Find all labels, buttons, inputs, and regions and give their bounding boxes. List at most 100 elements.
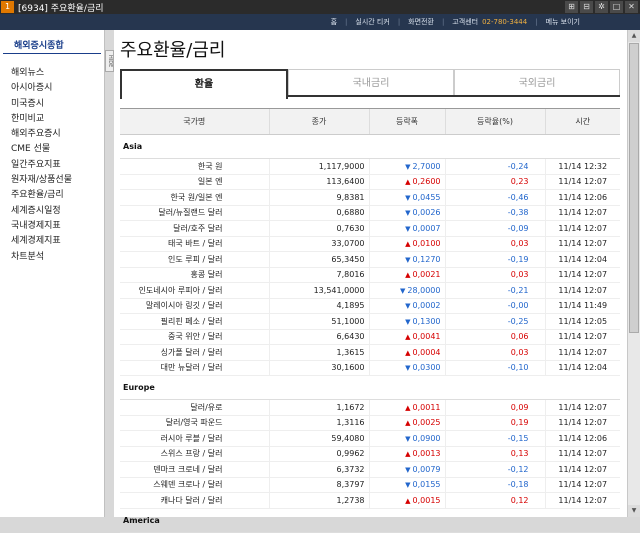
scroll-thumb[interactable] [629, 43, 639, 333]
quote-time: 11/14 12:32 [544, 158, 620, 175]
table-row[interactable]: 러시아 루블 / 달러 59,4080 ▼ 0,0900 -0,15 11/14 12:0… [120, 430, 620, 447]
change-pct: 0,23 [444, 174, 545, 190]
table-row[interactable]: 스위스 프랑 / 달러 0,9962 ▲ 0,0013 0,13 11/14 12:07 [120, 446, 620, 462]
change-cell: ▼ 0,0300 [368, 360, 445, 376]
table-row[interactable]: 대만 뉴달러 / 달러 30,1600 ▼ 0,0300 -0,10 11/14 12:0… [120, 360, 620, 376]
table-row[interactable]: 달러/뉴질랜드 달러 0,6880 ▼ 0,0026 -0,38 11/14 12:07 [120, 205, 620, 221]
quote-time: 11/14 12:07 [544, 415, 620, 431]
change-cell: ▼ 0,0900 [368, 430, 445, 447]
table-row[interactable]: 중국 위안 / 달러 6,6430 ▲ 0,0041 0,06 11/14 12:07 [120, 329, 620, 345]
table-row[interactable]: 캐나다 달러 / 달러 1,2738 ▲ 0,0015 0,12 11/14 12:07 [120, 492, 620, 509]
pin-window-icon[interactable]: ⊟ [580, 1, 593, 13]
sidebar-item[interactable]: 세계증시일정 [11, 204, 104, 219]
change-value: 28,0000 [407, 285, 441, 295]
change-pct: -0,00 [444, 298, 545, 314]
change-pct: -0,38 [444, 205, 545, 221]
table-row[interactable]: 달러/호주 달러 0,7630 ▼ 0,0007 -0,09 11/14 12:07 [120, 220, 620, 237]
nav-screen-switch[interactable]: 화면전환 [408, 17, 434, 27]
change-cell: ▲ 0,0025 [368, 415, 445, 431]
region-label: America [120, 508, 620, 533]
change-cell: ▲ 0,0011 [368, 399, 445, 416]
sidebar-item[interactable]: CME 선물 [11, 142, 104, 157]
table-row[interactable]: 한국 원/일본 엔 9,8381 ▼ 0,0455 -0,46 11/14 12:06 [120, 189, 620, 206]
nav-customer-center[interactable]: 고객센터 [452, 17, 478, 27]
table-row[interactable]: 덴마크 크로네 / 달러 6,3732 ▼ 0,0079 -0,12 11/14 12:0… [120, 461, 620, 478]
sidebar-item[interactable]: 원자재/상품선물 [11, 173, 104, 188]
table-row[interactable]: 한국 원 1,117,9000 ▼ 2,7000 -0,24 11/14 12:32 [120, 158, 620, 175]
tab-foreign-rate[interactable]: 국외금리 [454, 69, 620, 95]
region-row: America [120, 508, 620, 533]
nav-realtime-ticker[interactable]: 실시간 티커 [355, 17, 389, 27]
sidebar-header[interactable]: 해외증시종합 [3, 30, 101, 54]
scroll-down-icon[interactable]: ▼ [628, 505, 640, 517]
quote-time: 11/14 12:04 [544, 251, 620, 268]
sidebar-item[interactable]: 세계경제지표 [11, 234, 104, 249]
table-row[interactable]: 인도네시아 루피아 / 달러 13,541,0000 ▼ 28,0000 -0,21 11… [120, 282, 620, 299]
change-cell: ▼ 0,0002 [368, 298, 445, 314]
quote-time: 11/14 12:07 [544, 329, 620, 345]
change-pct: -0,21 [444, 282, 545, 299]
table-row[interactable]: 홍콩 달러 7,8016 ▲ 0,0021 0,03 11/14 12:07 [120, 267, 620, 283]
down-arrow-icon: ▼ [405, 302, 411, 311]
down-arrow-icon: ▼ [405, 364, 411, 373]
customer-phone: 02-780-3444 [482, 18, 528, 26]
settings-icon[interactable]: ✲ [595, 1, 608, 13]
table-row[interactable]: 달러/영국 파운드 1,3116 ▲ 0,0025 0,19 11/14 12:07 [120, 415, 620, 431]
change-cell: ▼ 28,0000 [368, 282, 445, 299]
region-label: Asia [120, 134, 620, 159]
currency-name: 홍콩 달러 [120, 267, 269, 283]
close-price: 4,1895 [268, 298, 369, 314]
change-pct: 0,12 [444, 492, 545, 509]
change-value: 0,0300 [412, 363, 441, 373]
maximize-icon[interactable]: □ [610, 1, 623, 13]
quote-time: 11/14 12:07 [544, 220, 620, 237]
sidebar-item[interactable]: 아시아증시 [11, 81, 104, 96]
table-row[interactable]: 스웨덴 크로나 / 달러 8,3797 ▼ 0,0155 -0,18 11/14 12:0… [120, 477, 620, 493]
currency-name: 달러/영국 파운드 [120, 415, 269, 431]
table-row[interactable]: 달러/유로 1,1672 ▲ 0,0011 0,09 11/14 12:07 [120, 399, 620, 416]
table-row[interactable]: 필리핀 페소 / 달러 51,1000 ▼ 0,1300 -0,25 11/14 12:0… [120, 313, 620, 330]
sidebar-item[interactable]: 해외주요증시 [11, 127, 104, 142]
quote-time: 11/14 12:06 [544, 189, 620, 206]
down-arrow-icon: ▼ [405, 209, 411, 218]
table-row[interactable]: 말레이시아 링깃 / 달러 4,1895 ▼ 0,0002 -0,00 11/14 11:… [120, 298, 620, 314]
close-price: 0,9962 [268, 446, 369, 462]
hide-sidebar-button[interactable]: HIDE [105, 50, 114, 72]
change-cell: ▼ 0,0155 [368, 477, 445, 493]
table-row[interactable]: 싱가폴 달러 / 달러 1,3615 ▲ 0,0004 0,03 11/14 12:07 [120, 344, 620, 361]
scroll-up-icon[interactable]: ▲ [628, 30, 640, 42]
sidebar-item[interactable]: 주요환율/금리 [11, 188, 104, 203]
currency-name: 캐나다 달러 / 달러 [120, 492, 269, 509]
sidebar-item[interactable]: 차트분석 [11, 250, 104, 265]
vertical-scrollbar[interactable]: ▲ ▼ [627, 30, 640, 517]
tab-domestic-rate[interactable]: 국내금리 [288, 69, 454, 95]
close-icon[interactable]: ✕ [625, 1, 638, 13]
page-title: 주요환율/금리 [120, 40, 226, 61]
show-menu-button[interactable]: 메뉴 보이기 [546, 17, 580, 27]
nav-home[interactable]: 홈 [331, 17, 337, 27]
link-window-icon[interactable]: ⊞ [565, 1, 578, 13]
close-price: 1,117,9000 [268, 158, 369, 175]
sidebar-item[interactable]: 미국증시 [11, 97, 104, 112]
currency-name: 필리핀 페소 / 달러 [120, 313, 269, 330]
table-row[interactable]: 일본 엔 113,6400 ▲ 0,2600 0,23 11/14 12:07 [120, 174, 620, 190]
sidebar-item[interactable]: 해외뉴스 [11, 66, 104, 81]
table-row[interactable]: 인도 루피 / 달러 65,3450 ▼ 0,1270 -0,19 11/14 12:04 [120, 251, 620, 268]
sidebar-item[interactable]: 국내경제지표 [11, 219, 104, 234]
tab-bar: 환율 국내금리 국외금리 [120, 69, 620, 99]
change-value: 0,0079 [412, 464, 441, 474]
sidebar-item[interactable]: 한미비교 [11, 112, 104, 127]
change-pct: -0,18 [444, 477, 545, 493]
change-value: 0,1300 [412, 316, 441, 326]
table-row[interactable]: 태국 바트 / 달러 33,0700 ▲ 0,0100 0,03 11/14 12:07 [120, 236, 620, 252]
close-price: 9,8381 [268, 189, 369, 206]
quote-time: 11/14 11:49 [544, 298, 620, 314]
change-cell: ▼ 0,0007 [368, 220, 445, 237]
sidebar: 해외증시종합 해외뉴스 아시아증시 미국증시 한미비교 해외주요증시 CME 선물 일간주요… [0, 30, 105, 517]
currency-name: 중국 위안 / 달러 [120, 329, 269, 345]
change-value: 0,0900 [412, 433, 441, 443]
quote-time: 11/14 12:07 [544, 174, 620, 190]
tab-exchange-rate[interactable]: 환율 [120, 69, 288, 99]
sidebar-item[interactable]: 일간주요지표 [11, 158, 104, 173]
change-value: 0,0013 [412, 449, 441, 459]
